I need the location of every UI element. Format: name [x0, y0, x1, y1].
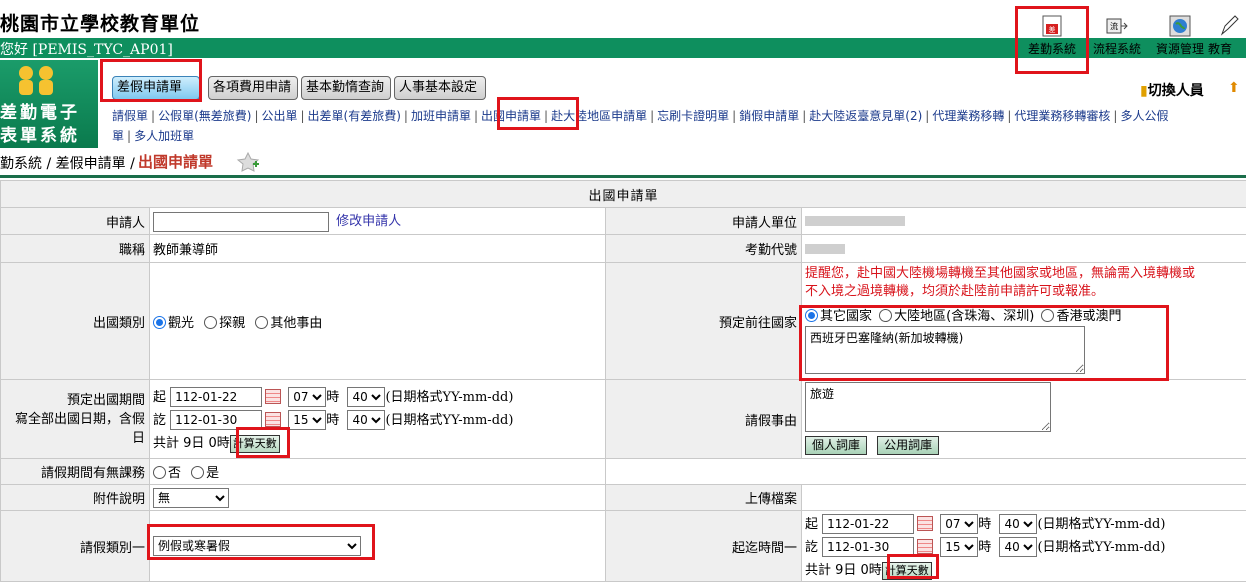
tab-personnel-settings[interactable]: 人事基本設定 [394, 76, 486, 100]
leave-type-select[interactable]: 例假或寒暑假 [153, 536, 361, 556]
end-date-input[interactable] [170, 410, 262, 430]
unit-value-redacted [805, 216, 905, 226]
leave-type-label: 請假類別一 [1, 511, 150, 582]
sublink-official-out[interactable]: 公出單 [261, 109, 297, 123]
sublink-leave[interactable]: 請假單 [112, 109, 148, 123]
public-words-button[interactable]: 公用詞庫 [877, 436, 939, 455]
t1-start-date-input[interactable] [822, 514, 914, 534]
t1-start-calendar-icon[interactable] [917, 516, 933, 531]
travel-type-label: 出國類別 [1, 263, 150, 380]
sublink-mainland-return[interactable]: 赴大陸返臺意見單(2) [809, 109, 922, 123]
job-title-value: 教師兼導師 [150, 235, 606, 263]
t1-total-text: 共計 9日 0時 [805, 563, 882, 578]
end-calendar-icon[interactable] [265, 412, 281, 427]
start-minute-select[interactable]: 40 [347, 387, 385, 407]
total-days-text: 共計 9日 0時 [153, 436, 230, 451]
t1-end-date-input[interactable] [822, 537, 914, 557]
sublinks-row2: 單|多人加班單 [112, 126, 194, 146]
dest-hk-macau-radio[interactable] [1041, 309, 1054, 322]
attendance-code-label: 考勤代號 [606, 235, 802, 263]
type-other-radio[interactable] [255, 316, 268, 329]
type-family-radio[interactable] [204, 316, 217, 329]
calc-days-button[interactable]: 計算天數 [230, 435, 280, 453]
t1-end-calendar-icon[interactable] [917, 539, 933, 554]
sublink-official-leave[interactable]: 公假單(無差旅費) [158, 109, 251, 123]
class-yes-radio[interactable] [191, 466, 204, 479]
overseas-form: 出國申請單 申請人 修改申請人 申請人單位 職稱 教師兼導師 考勤代號 出國類別… [0, 180, 1246, 582]
unit-label: 申請人單位 [606, 208, 802, 235]
type-tourism-radio[interactable] [153, 316, 166, 329]
t1-end-hour-select[interactable]: 15 [940, 537, 978, 557]
tab-attendance-query[interactable]: 基本勤惰查詢 [301, 76, 391, 100]
dest-mainland-radio[interactable] [879, 309, 892, 322]
destination-textarea[interactable]: 西班牙巴塞隆納(新加坡轉機) [805, 326, 1085, 374]
end-minute-select[interactable]: 40 [347, 410, 385, 430]
greeting: 您好 [PEMIS_TYC_AP01] [0, 39, 173, 59]
sublink-forgot-card[interactable]: 忘刷卡證明單 [657, 109, 729, 123]
sublink-agent-transfer[interactable]: 代理業務移轉 [932, 109, 1004, 123]
people-icon [8, 64, 64, 96]
education-link[interactable]: 教育 [1208, 14, 1246, 57]
user-icon: ▮ [1140, 83, 1148, 99]
form-title: 出國申請單 [1, 181, 1246, 208]
site-title: 桃園市立學校教育單位 [0, 9, 200, 36]
workflow-system-link[interactable]: 流 流程系統 [1085, 14, 1149, 57]
attendance-icon: 差 [1040, 14, 1064, 38]
t1-start-minute-select[interactable]: 40 [999, 514, 1037, 534]
up-arrow-icon[interactable]: ⬆ [1228, 80, 1240, 96]
job-title-label: 職稱 [1, 235, 150, 263]
sublinks: 請假單|公假單(無差旅費)|公出單|出差單(有差旅費)|加班申請單|出國申請單|… [112, 106, 1246, 126]
class-duty-label: 請假期間有無課務 [1, 459, 150, 485]
modify-applicant-link[interactable]: 修改申請人 [336, 214, 401, 229]
mainland-warning: 提醒您，赴中國大陸機場轉機至其他國家或地區，無論需入境轉機或 [805, 265, 1243, 283]
sublink-multi-official-cont[interactable]: 單 [112, 129, 124, 143]
reason-textarea[interactable]: 旅遊 [805, 382, 1051, 432]
tab-expense-application[interactable]: 各項費用申請 [208, 76, 298, 100]
sublink-agent-review[interactable]: 代理業務移轉審核 [1014, 109, 1110, 123]
sublink-multi-overtime[interactable]: 多人加班單 [134, 129, 194, 143]
sublink-mainland[interactable]: 赴大陸地區申請單 [551, 109, 647, 123]
start-date-input[interactable] [170, 387, 262, 407]
upload-label: 上傳檔案 [606, 485, 802, 511]
start-calendar-icon[interactable] [265, 389, 281, 404]
resource-management-link[interactable]: 資源管理 [1148, 14, 1212, 57]
attachment-select[interactable]: 無 [153, 488, 229, 508]
personal-words-button[interactable]: 個人詞庫 [805, 436, 867, 455]
destination-label: 預定前往國家 [606, 263, 802, 380]
tab-leave-application[interactable]: 差假申請單 [112, 76, 200, 100]
divider [0, 175, 1246, 178]
favorite-add-icon[interactable] [236, 152, 260, 172]
breadcrumb-current: 出國申請單 [138, 151, 213, 172]
mainland-warning-2: 不入境之過境轉機，均須於赴陸前申請許可或報准。 [805, 283, 1243, 301]
t1-calc-days-button[interactable]: 計算天數 [882, 562, 932, 580]
sublink-overseas[interactable]: 出國申請單 [481, 109, 541, 123]
time-range-label: 起迄時間一 [606, 511, 802, 582]
sublink-overtime[interactable]: 加班申請單 [411, 109, 471, 123]
sublink-business-trip[interactable]: 出差單(有差旅費) [308, 109, 401, 123]
start-hour-select[interactable]: 07 [288, 387, 326, 407]
t1-start-hour-select[interactable]: 07 [940, 514, 978, 534]
dest-other-countries-radio[interactable] [805, 309, 818, 322]
t1-end-minute-select[interactable]: 40 [999, 537, 1037, 557]
applicant-input[interactable] [153, 212, 329, 232]
attendance-system-link[interactable]: 差 差勤系統 [1020, 14, 1084, 57]
education-pen-icon [1218, 14, 1242, 38]
code-value-redacted [805, 244, 845, 254]
breadcrumb: 勤系統 / 差假申請單 / 出國申請單 [0, 150, 1246, 175]
resource-globe-icon [1168, 14, 1192, 38]
applicant-label: 申請人 [1, 208, 150, 235]
switch-user-link[interactable]: ▮切換人員 [1140, 80, 1204, 100]
end-hour-select[interactable]: 15 [288, 410, 326, 430]
attachment-label: 附件說明 [1, 485, 150, 511]
workflow-icon: 流 [1105, 14, 1129, 38]
period-label: 預定出國期間 寫全部出國日期，含假 日 [1, 380, 150, 459]
sublink-cancel-leave[interactable]: 銷假申請單 [739, 109, 799, 123]
class-no-radio[interactable] [153, 466, 166, 479]
svg-text:流: 流 [1110, 21, 1118, 31]
sublink-multi-official[interactable]: 多人公假 [1120, 109, 1168, 123]
svg-text:差: 差 [1049, 25, 1056, 34]
reason-label: 請假事由 [606, 380, 802, 459]
system-logo: 差勤電子 表單系統 [0, 60, 98, 148]
